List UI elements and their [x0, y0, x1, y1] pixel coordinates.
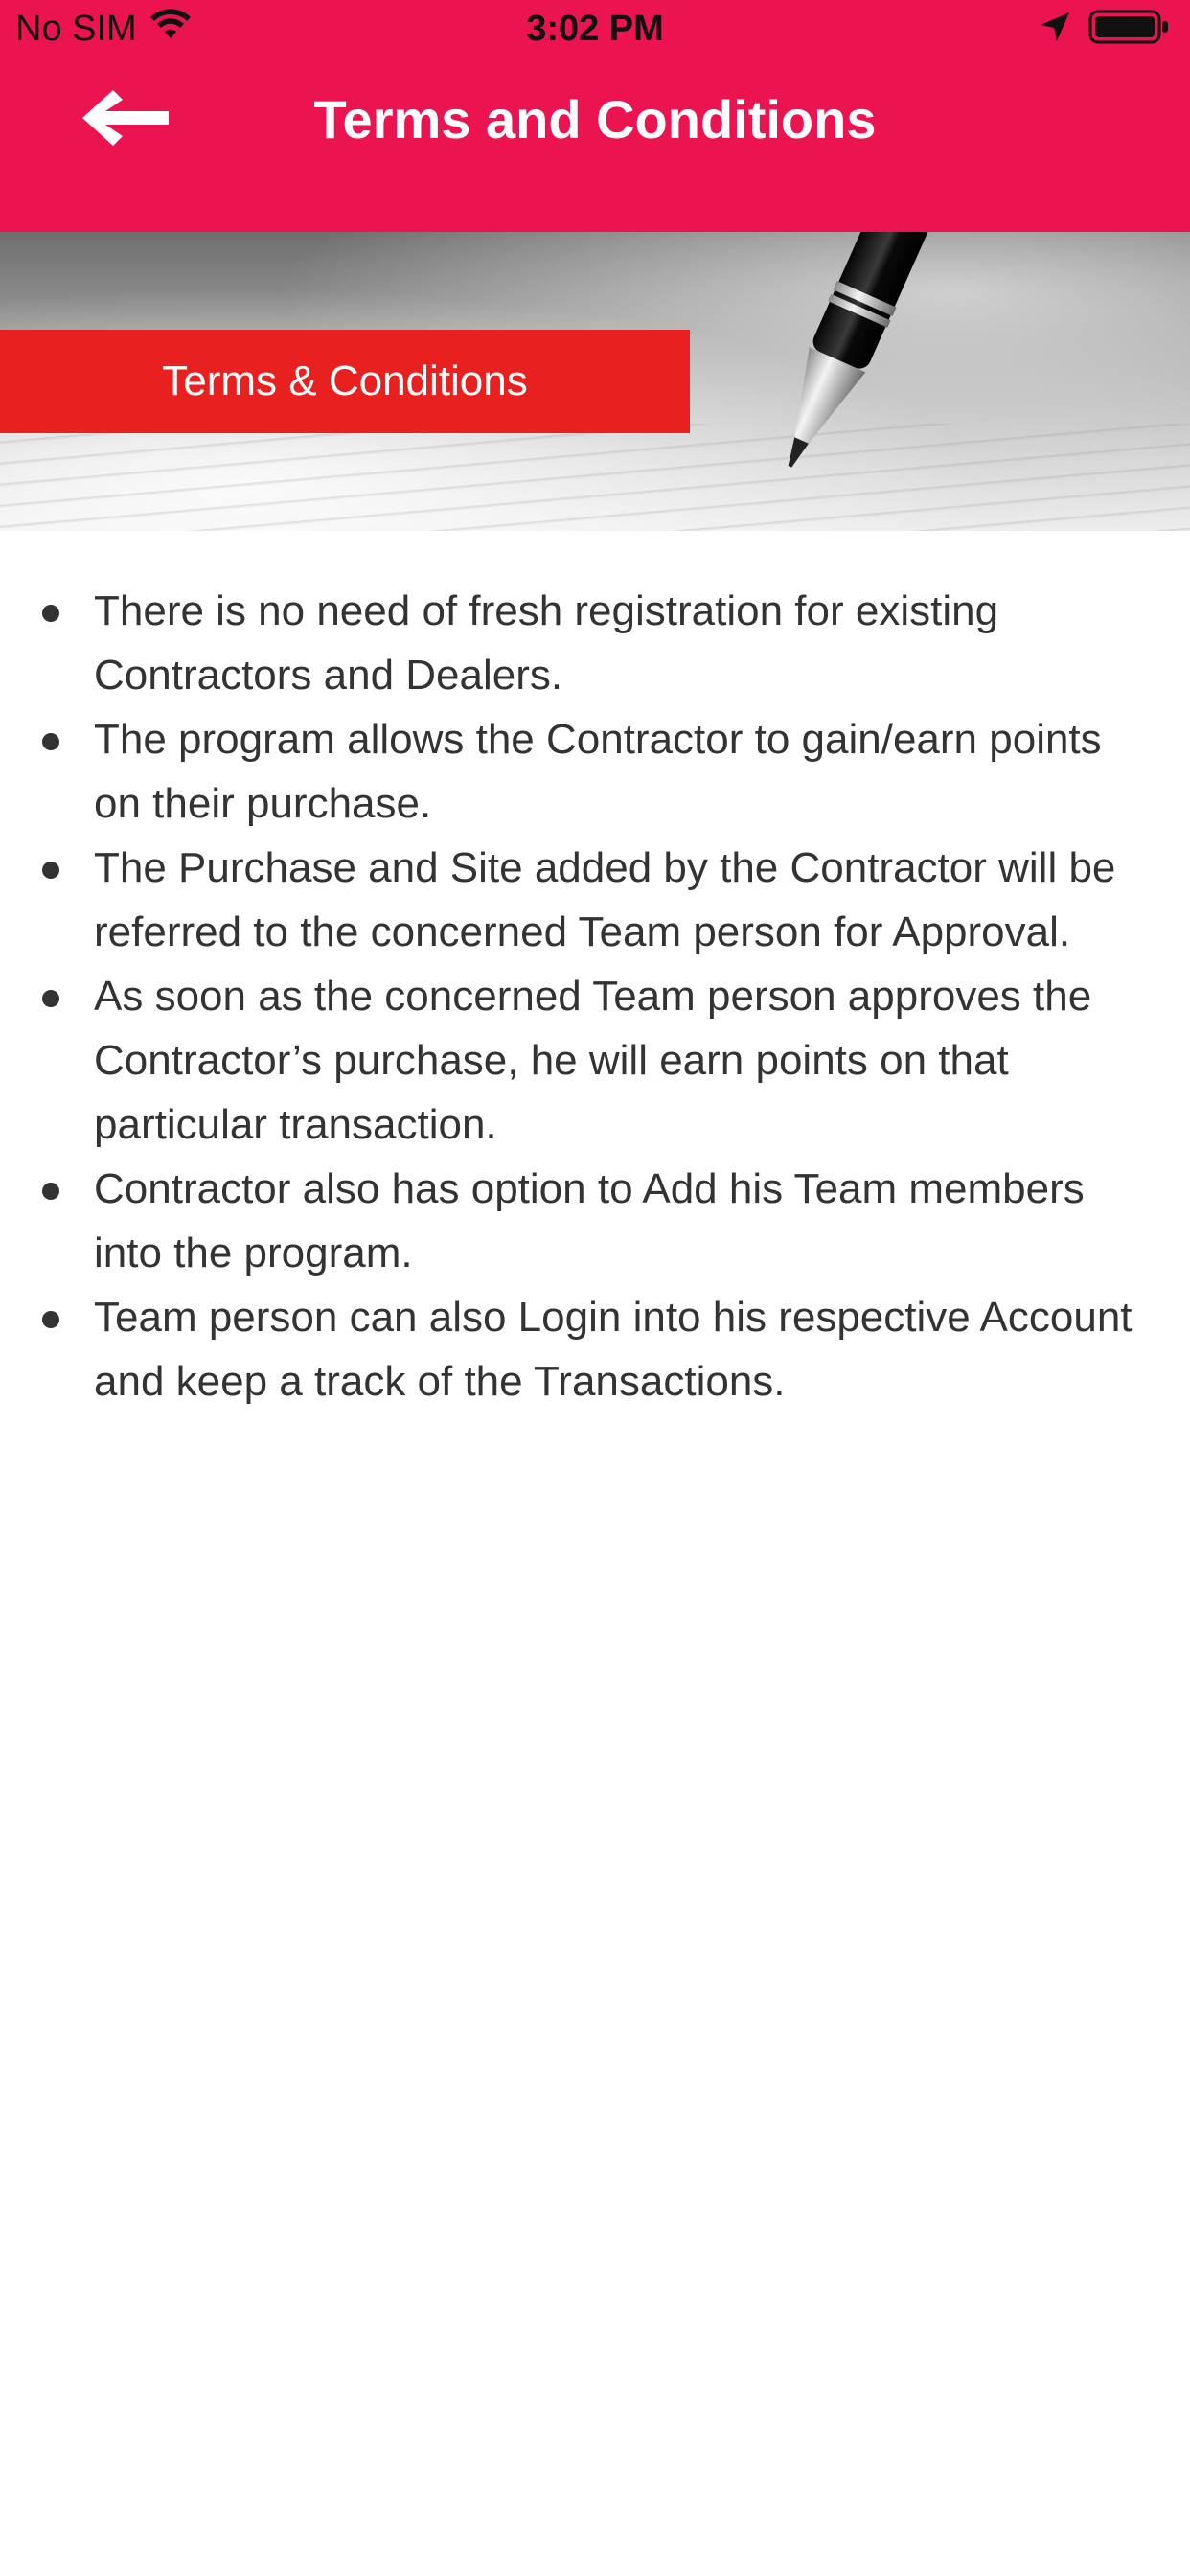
- list-item-text: There is no need of fresh registration f…: [94, 587, 999, 699]
- status-right-group: [1039, 10, 1171, 48]
- terms-screen: No SIM 3:02 PM Terms and Conditions Term…: [0, 0, 1190, 2576]
- list-item: The Purchase and Site added by the Contr…: [38, 836, 1159, 964]
- list-item-text: The Purchase and Site added by the Contr…: [94, 844, 1116, 955]
- bullet-icon: [42, 605, 59, 622]
- list-item-text: Team person can also Login into his resp…: [94, 1294, 1133, 1405]
- bullet-icon: [42, 1183, 59, 1200]
- list-item: As soon as the concerned Team person app…: [38, 964, 1159, 1157]
- bullet-icon: [42, 862, 59, 879]
- pen-image: [788, 232, 936, 468]
- nav-bar: Terms and Conditions: [0, 58, 1190, 182]
- location-arrow-icon: [1039, 11, 1071, 48]
- header: No SIM 3:02 PM Terms and Conditions: [0, 0, 1190, 232]
- list-item-text: The program allows the Contractor to gai…: [94, 716, 1102, 827]
- list-item: The program allows the Contractor to gai…: [38, 707, 1159, 836]
- page-title: Terms and Conditions: [313, 89, 877, 150]
- list-item-text: Contractor also has option to Add his Te…: [94, 1165, 1085, 1276]
- list-item: There is no need of fresh registration f…: [38, 579, 1159, 707]
- list-item: Contractor also has option to Add his Te…: [38, 1157, 1159, 1285]
- battery-icon: [1088, 8, 1171, 51]
- terms-content: There is no need of fresh registration f…: [38, 579, 1159, 1414]
- bullet-icon: [42, 1311, 59, 1328]
- status-bar: No SIM 3:02 PM: [0, 0, 1190, 58]
- hero-label: Terms & Conditions: [0, 330, 690, 433]
- list-item: Team person can also Login into his resp…: [38, 1285, 1159, 1414]
- terms-list: There is no need of fresh registration f…: [38, 579, 1159, 1414]
- list-item-text: As soon as the concerned Team person app…: [94, 973, 1092, 1148]
- bullet-icon: [42, 733, 59, 750]
- bullet-icon: [42, 990, 59, 1007]
- status-time: 3:02 PM: [526, 9, 664, 49]
- hero-banner: Terms & Conditions: [0, 232, 1190, 531]
